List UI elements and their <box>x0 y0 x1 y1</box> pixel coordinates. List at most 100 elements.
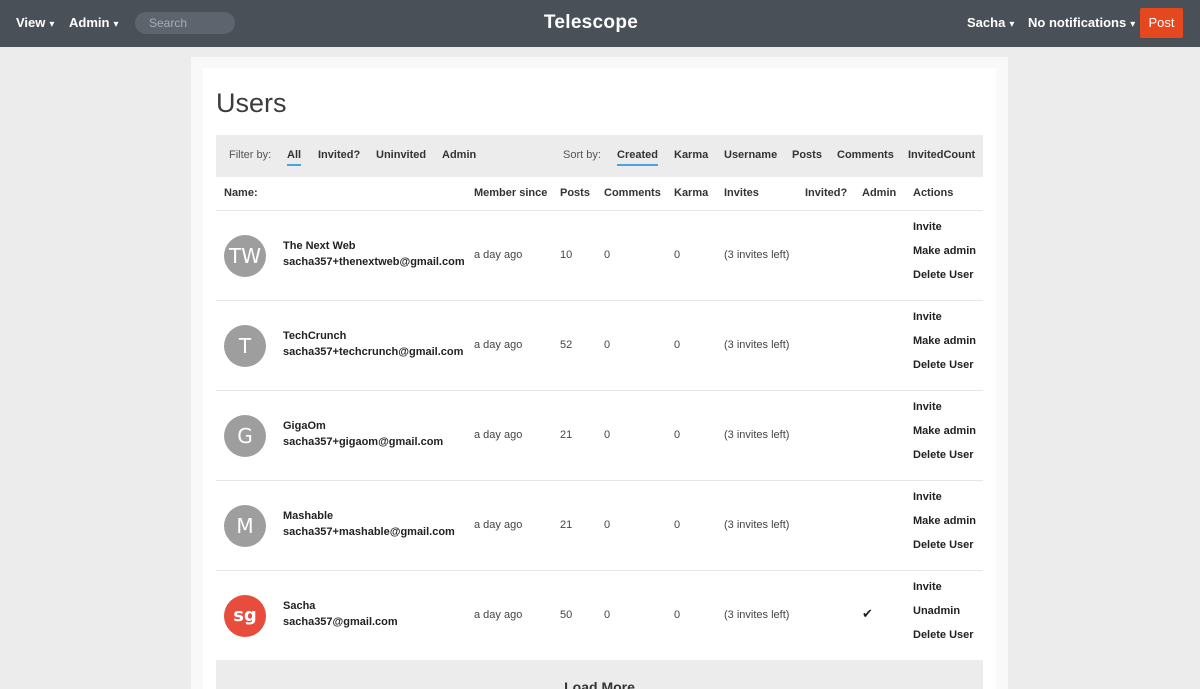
notifications-menu-label: No notifications <box>1028 15 1127 30</box>
karma-count: 0 <box>674 519 681 531</box>
posts-count: 50 <box>560 609 573 621</box>
column-header-karma: Karma <box>674 187 709 199</box>
column-header-posts: Posts <box>560 187 590 199</box>
post-button[interactable]: Post <box>1140 8 1183 38</box>
user-email: sacha357+techcrunch@gmail.com <box>283 346 464 358</box>
delete-user-action[interactable]: Delete User <box>913 539 974 551</box>
filter-sort-bar: Filter by: All Invited? Uninvited Admin … <box>216 135 983 177</box>
invite-action[interactable]: Invite <box>913 311 942 323</box>
invites-left: (3 invites left) <box>724 249 790 261</box>
table-row: sg Sacha sacha357@gmail.com a day ago 50… <box>216 571 983 661</box>
delete-user-action[interactable]: Delete User <box>913 359 974 371</box>
column-header-comments: Comments <box>604 187 661 199</box>
sort-karma[interactable]: Karma <box>674 135 708 175</box>
search-input[interactable] <box>135 12 235 34</box>
user-name-link[interactable]: Mashable <box>283 510 333 522</box>
view-menu[interactable]: View ▾ <box>16 0 54 47</box>
sort-username[interactable]: Username <box>724 135 777 175</box>
user-name-link[interactable]: The Next Web <box>283 240 356 252</box>
load-more-button[interactable]: Load More <box>216 660 983 689</box>
admin-menu[interactable]: Admin ▾ <box>69 0 118 47</box>
make-admin-action[interactable]: Make admin <box>913 515 976 527</box>
make-admin-action[interactable]: Make admin <box>913 425 976 437</box>
column-header-admin: Admin <box>862 187 897 199</box>
comments-count: 0 <box>604 519 611 531</box>
posts-count: 10 <box>560 249 573 261</box>
member-since: a day ago <box>474 609 523 621</box>
posts-count: 52 <box>560 339 573 351</box>
table-row: G GigaOm sacha357+gigaom@gmail.com a day… <box>216 391 983 481</box>
karma-count: 0 <box>674 429 681 441</box>
avatar[interactable]: TW <box>224 235 266 277</box>
chevron-down-icon: ▾ <box>49 19 55 30</box>
user-menu[interactable]: Sacha ▾ <box>967 0 1014 47</box>
comments-count: 0 <box>604 339 611 351</box>
top-navbar: View▾ Admin▾ Telescope Sacha▾ No notific… <box>0 0 1200 47</box>
member-since: a day ago <box>474 429 523 441</box>
member-since: a day ago <box>474 519 523 531</box>
filter-label: Filter by: <box>229 149 272 161</box>
sort-label: Sort by: <box>563 149 601 161</box>
column-header-name: Name: <box>224 187 258 199</box>
user-menu-label: Sacha <box>967 15 1006 30</box>
avatar[interactable]: G <box>224 415 266 457</box>
delete-user-action[interactable]: Delete User <box>913 449 974 461</box>
unadmin-action[interactable]: Unadmin <box>913 605 960 617</box>
sort-posts[interactable]: Posts <box>792 135 822 175</box>
user-email: sacha357+mashable@gmail.com <box>283 526 455 538</box>
column-header-member-since: Member since <box>474 187 548 199</box>
avatar[interactable]: sg <box>224 595 266 637</box>
main-panel: Users Filter by: All Invited? Uninvited … <box>191 57 1008 689</box>
notifications-menu[interactable]: No notifications ▾ <box>1028 0 1135 47</box>
invite-action[interactable]: Invite <box>913 491 942 503</box>
table-header: Name: Member since Posts Comments Karma … <box>216 177 983 211</box>
karma-count: 0 <box>674 339 681 351</box>
chevron-down-icon: ▾ <box>1130 19 1136 30</box>
chevron-down-icon: ▾ <box>1009 19 1015 30</box>
chevron-down-icon: ▾ <box>113 19 119 30</box>
make-admin-action[interactable]: Make admin <box>913 245 976 257</box>
filter-uninvited[interactable]: Uninvited <box>376 135 426 175</box>
invite-action[interactable]: Invite <box>913 401 942 413</box>
column-header-invited: Invited? <box>805 187 848 199</box>
table-row: TW The Next Web sacha357+thenextweb@gmai… <box>216 211 983 301</box>
comments-count: 0 <box>604 249 611 261</box>
sort-created[interactable]: Created <box>617 135 658 175</box>
member-since: a day ago <box>474 339 523 351</box>
sort-comments[interactable]: Comments <box>837 135 894 175</box>
view-menu-label: View <box>16 15 46 30</box>
user-name-link[interactable]: TechCrunch <box>283 330 346 342</box>
posts-count: 21 <box>560 429 573 441</box>
avatar[interactable]: M <box>224 505 266 547</box>
users-card: Users Filter by: All Invited? Uninvited … <box>203 68 996 689</box>
brand-logo-text[interactable]: Telescope <box>544 12 638 33</box>
karma-count: 0 <box>674 609 681 621</box>
user-name-link[interactable]: Sacha <box>283 600 315 612</box>
delete-user-action[interactable]: Delete User <box>913 269 974 281</box>
avatar[interactable]: T <box>224 325 266 367</box>
comments-count: 0 <box>604 429 611 441</box>
invites-left: (3 invites left) <box>724 519 790 531</box>
user-name-link[interactable]: GigaOm <box>283 420 326 432</box>
sort-invited-count[interactable]: InvitedCount <box>908 135 975 175</box>
invites-left: (3 invites left) <box>724 339 790 351</box>
filter-all[interactable]: All <box>287 135 302 175</box>
page-title: Users <box>216 88 287 118</box>
invites-left: (3 invites left) <box>724 429 790 441</box>
table-row: M Mashable sacha357+mashable@gmail.com a… <box>216 481 983 571</box>
invite-action[interactable]: Invite <box>913 221 942 233</box>
table-row: T TechCrunch sacha357+techcrunch@gmail.c… <box>216 301 983 391</box>
invites-left: (3 invites left) <box>724 609 790 621</box>
comments-count: 0 <box>604 609 611 621</box>
filter-invited[interactable]: Invited? <box>318 135 360 175</box>
filter-admin[interactable]: Admin <box>442 135 476 175</box>
invite-action[interactable]: Invite <box>913 581 942 593</box>
column-header-actions: Actions <box>913 187 954 199</box>
user-email: sacha357+thenextweb@gmail.com <box>283 256 465 268</box>
karma-count: 0 <box>674 249 681 261</box>
user-email: sacha357+gigaom@gmail.com <box>283 436 444 448</box>
delete-user-action[interactable]: Delete User <box>913 629 974 641</box>
posts-count: 21 <box>560 519 573 531</box>
column-header-invites: Invites <box>724 187 759 199</box>
make-admin-action[interactable]: Make admin <box>913 335 976 347</box>
